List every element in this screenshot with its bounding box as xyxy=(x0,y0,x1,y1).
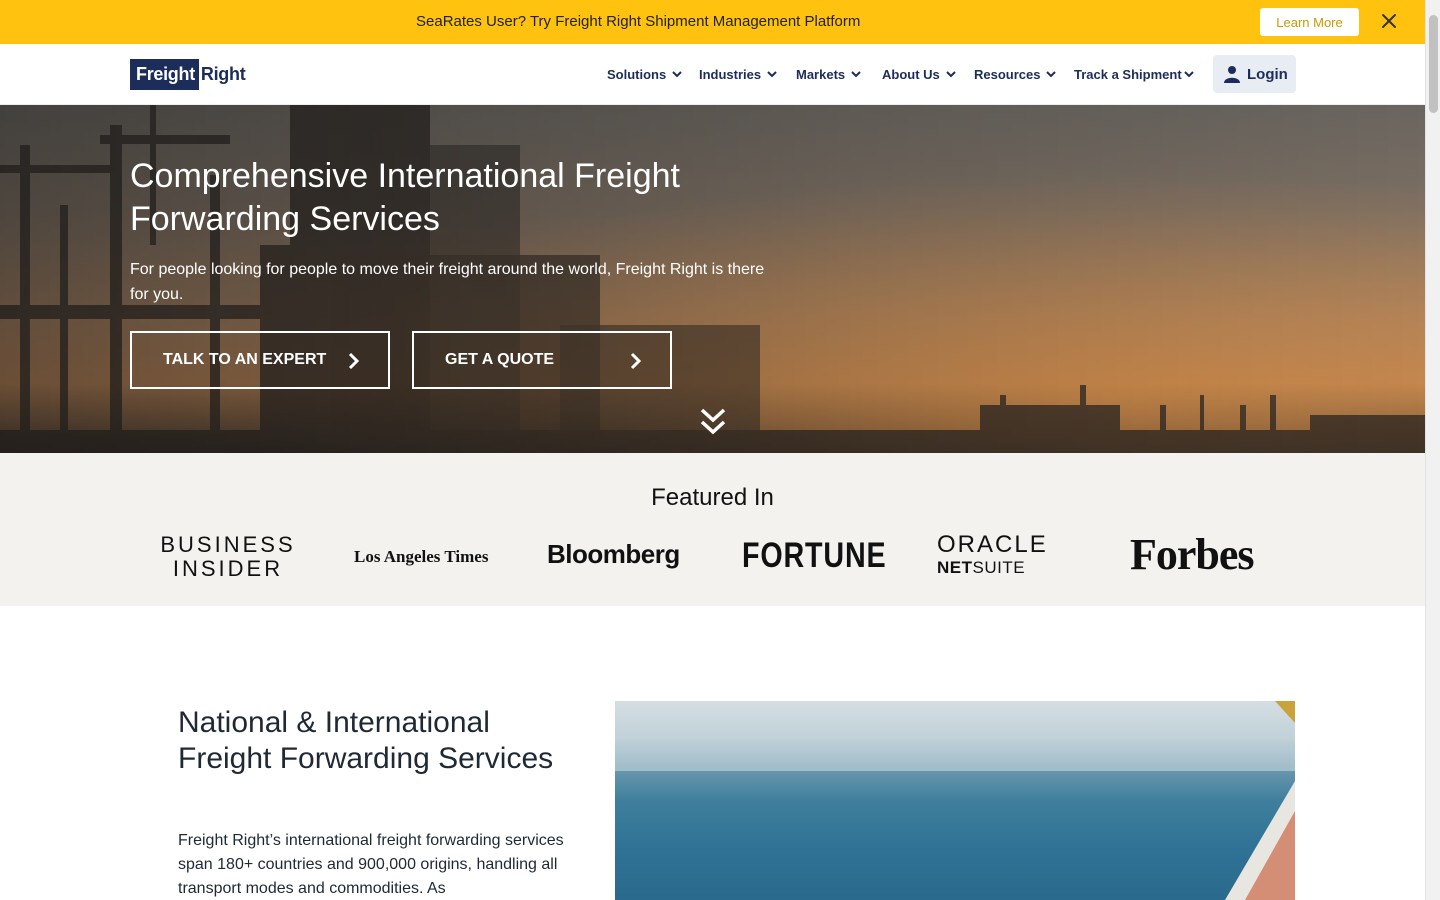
freight-right-logo[interactable]: Freight Right xyxy=(130,59,246,90)
fortune-logo: FORTUNE xyxy=(742,536,887,575)
oracle-text: ORACLE xyxy=(937,531,1048,558)
chevron-down-icon xyxy=(672,70,682,77)
nav-markets[interactable]: Markets xyxy=(796,44,861,104)
hero-section: Comprehensive International Freight Forw… xyxy=(0,105,1425,453)
nav-label: Track a Shipment xyxy=(1074,66,1182,82)
scrollbar-thumb[interactable] xyxy=(1429,15,1438,113)
section-body: Freight Right’s international freight fo… xyxy=(178,832,564,897)
user-icon xyxy=(1224,66,1240,83)
chevron-right-icon xyxy=(630,352,642,370)
chevron-right-icon xyxy=(348,352,360,370)
nav-label: Solutions xyxy=(607,66,667,82)
talk-to-expert-button[interactable]: TALK TO AN EXPERT xyxy=(130,331,390,389)
chevron-down-icon xyxy=(767,70,777,77)
chevron-down-icon xyxy=(1183,70,1194,77)
get-quote-button[interactable]: GET A QUOTE xyxy=(412,331,672,389)
netsuite-text-net: NET xyxy=(937,558,973,577)
bloomberg-logo: Bloomberg xyxy=(547,539,680,569)
nav-label: Markets xyxy=(796,66,846,82)
business-insider-line2: INSIDER xyxy=(172,556,284,581)
nav-industries[interactable]: Industries xyxy=(699,44,777,104)
nav-label: About Us xyxy=(882,66,940,82)
ocean-ship-image xyxy=(615,701,1295,900)
cta-label: TALK TO AN EXPERT xyxy=(163,351,327,368)
cta-label: GET A QUOTE xyxy=(445,351,555,368)
forbes-logo: Forbes xyxy=(1130,530,1255,579)
announcement-bar: SeaRates User? Try Freight Right Shipmen… xyxy=(0,0,1425,44)
los-angeles-times-logo: Los Angeles Times xyxy=(354,547,489,566)
logo-text-freight: Freight xyxy=(130,59,199,90)
nav-label: Industries xyxy=(699,66,762,82)
nav-label: Resources xyxy=(974,66,1041,82)
chevron-down-icon xyxy=(1046,70,1057,77)
nav-solutions[interactable]: Solutions xyxy=(607,44,682,104)
nav-about-us[interactable]: About Us xyxy=(882,44,956,104)
chevron-down-icon xyxy=(851,70,861,77)
learn-more-button[interactable]: Learn More xyxy=(1260,8,1359,36)
featured-in-section: Featured In BUSINESS INSIDER Los Angeles… xyxy=(0,453,1425,606)
featured-in-title: Featured In xyxy=(651,484,774,511)
hero-subtitle: For people looking for people to move th… xyxy=(130,261,765,303)
business-insider-line1: BUSINESS xyxy=(160,532,296,557)
login-label: Login xyxy=(1247,65,1288,83)
double-chevron-down-icon[interactable] xyxy=(699,407,727,437)
logo-text-right: Right xyxy=(200,64,246,84)
nav-track-shipment[interactable]: Track a Shipment xyxy=(1074,44,1194,104)
login-button[interactable]: Login xyxy=(1213,55,1296,93)
announcement-text: SeaRates User? Try Freight Right Shipmen… xyxy=(416,13,861,30)
section-title: National & International Freight Forward… xyxy=(178,706,554,775)
business-insider-logo: BUSINESS INSIDER xyxy=(160,533,296,581)
netsuite-text-suite: SUITE xyxy=(972,558,1026,577)
ship-deck-illustration xyxy=(615,701,1295,900)
chevron-down-icon xyxy=(946,70,956,77)
site-header: Freight Right Solutions Industries Marke… xyxy=(0,44,1425,105)
close-icon[interactable] xyxy=(1380,12,1398,30)
page-scrollbar[interactable] xyxy=(1425,0,1440,900)
hero-title: Comprehensive International Freight Forw… xyxy=(130,157,680,238)
nav-resources[interactable]: Resources xyxy=(974,44,1057,104)
oracle-netsuite-logo: ORACLE NETSUITE xyxy=(937,533,1048,579)
